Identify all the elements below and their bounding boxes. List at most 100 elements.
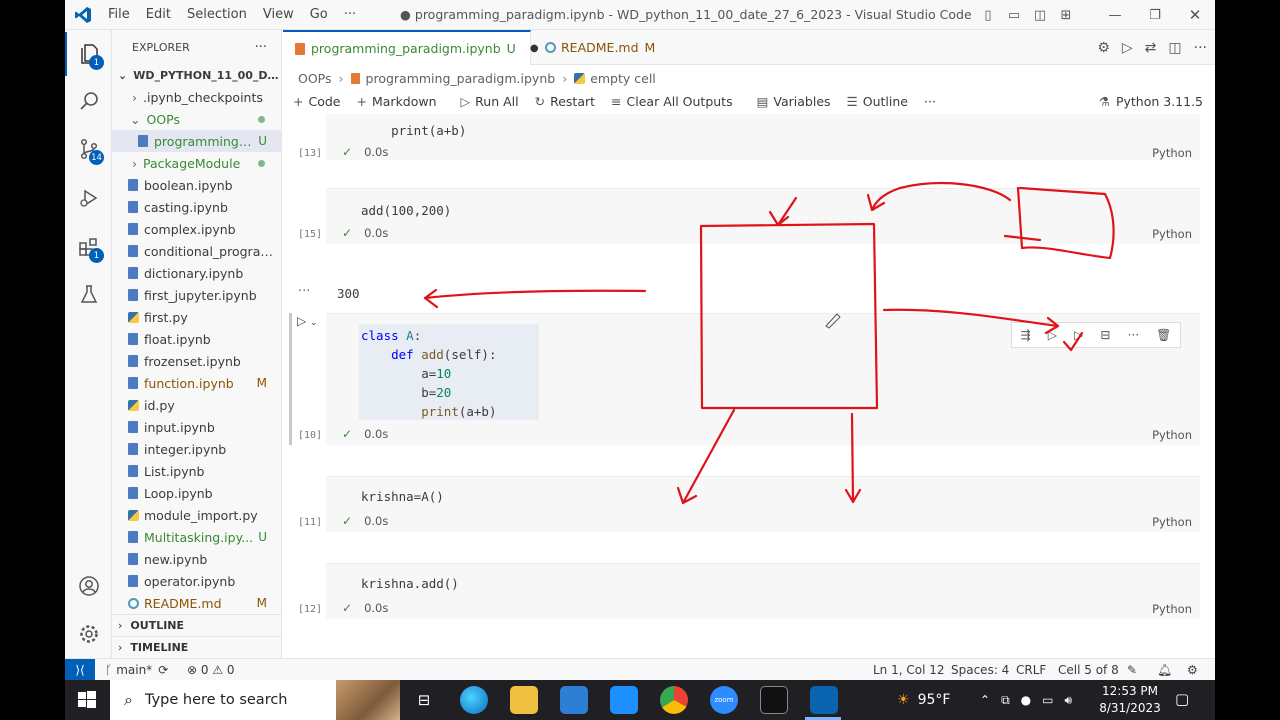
tree-item-conditional-program[interactable]: conditional_program...	[112, 240, 281, 262]
zoom-icon[interactable]: zoom	[710, 686, 738, 714]
tree-item-float[interactable]: float.ipynb	[112, 328, 281, 350]
close-icon[interactable]: ✕	[1175, 0, 1215, 30]
menu-selection[interactable]: Selection	[179, 7, 255, 22]
sync-icon[interactable]: ⟳	[158, 663, 168, 677]
run-debug-icon[interactable]	[65, 176, 112, 220]
tree-item-loop[interactable]: Loop.ipynb	[112, 482, 281, 504]
kernel-picker[interactable]: ⚗ Python 3.11.5	[1099, 89, 1203, 113]
explorer-icon[interactable]: 1	[65, 32, 112, 76]
search-icon[interactable]	[65, 79, 112, 123]
tree-item-casting[interactable]: casting.ipynb	[112, 196, 281, 218]
task-view-icon[interactable]: ⊟	[410, 686, 438, 714]
split-cell-icon[interactable]: ⊟	[1100, 328, 1110, 342]
menu-go[interactable]: Go	[302, 7, 336, 22]
delete-cell-icon[interactable]: 🗑	[1156, 328, 1171, 342]
clock[interactable]: 12:53 PM 8/31/2023	[1095, 683, 1165, 717]
tree-item-oops-folder[interactable]: ⌄ OOPs	[112, 108, 281, 130]
more-actions-icon[interactable]: ···	[1194, 40, 1207, 56]
run-below-icon[interactable]: ▷	[1074, 328, 1083, 342]
testing-icon[interactable]	[65, 273, 112, 317]
tree-item-dictionary[interactable]: dictionary.ipynb	[112, 262, 281, 284]
cursor-position[interactable]: Ln 1, Col 12	[873, 659, 945, 680]
menu-edit[interactable]: Edit	[138, 7, 179, 22]
taskbar-search-box[interactable]: ⌕ Type here to search	[110, 680, 400, 720]
microphone-icon[interactable]: ●	[1021, 693, 1031, 707]
code-cell[interactable]: add(100,200) [15] ✓ 0.0s Python	[298, 188, 1200, 244]
cell-language[interactable]: Python	[1152, 602, 1192, 616]
cell-more-icon[interactable]: ···	[1128, 328, 1139, 342]
cell-code[interactable]: krishna.add()	[361, 576, 459, 591]
restore-icon[interactable]: ❐	[1135, 0, 1175, 30]
notification-center-icon[interactable]: ▢	[1175, 690, 1189, 708]
tree-item-integer[interactable]: integer.ipynb	[112, 438, 281, 460]
toolbar-more-button[interactable]: ···	[924, 94, 936, 109]
tree-item-function[interactable]: function.ipynb M	[112, 372, 281, 394]
notifications-bell-icon[interactable]: 🔔︎	[1157, 659, 1172, 680]
tab-programming-paradigm[interactable]: programming_paradigm.ipynb U ●	[283, 30, 539, 65]
customize-layout-icon[interactable]: ⊞	[1053, 0, 1079, 30]
remote-indicator-icon[interactable]: ⟩⟨	[65, 659, 95, 680]
settings-sync-icon[interactable]: ⚙	[1187, 659, 1198, 680]
mail-icon[interactable]	[610, 686, 638, 714]
split-editor-icon[interactable]: ◫	[1168, 40, 1181, 56]
branch-indicator[interactable]: ᚴ main* ⟳	[105, 659, 168, 680]
restart-button[interactable]: ↻ Restart	[535, 94, 595, 109]
source-control-icon[interactable]: 14	[65, 127, 112, 171]
vscode-taskbar-icon[interactable]	[810, 686, 838, 714]
breadcrumb-item[interactable]: programming_paradigm.ipynb	[366, 71, 556, 86]
settings-gear-icon[interactable]	[65, 612, 112, 656]
network-icon[interactable]: ⧉	[1001, 693, 1010, 708]
battery-icon[interactable]: ▭	[1042, 693, 1053, 707]
cell-indicator[interactable]: Cell 5 of 8	[1058, 659, 1119, 680]
windows-start-icon[interactable]	[77, 690, 97, 710]
tree-item-new[interactable]: new.ipynb	[112, 548, 281, 570]
code-cell[interactable]: krishna.add() [12] ✓ 0.0s Python	[298, 563, 1200, 619]
chevron-up-icon[interactable]: ⌃	[980, 693, 990, 707]
cell-language[interactable]: Python	[1152, 515, 1192, 529]
extensions-icon[interactable]: 1	[65, 225, 112, 269]
weather-widget[interactable]: ☀ 95°F	[897, 680, 950, 720]
menu-more[interactable]: ···	[336, 7, 364, 22]
tree-item-ipynb-checkpoints[interactable]: › .ipynb_checkpoints	[112, 86, 281, 108]
volume-icon[interactable]: 🔊︎	[1064, 693, 1072, 708]
minimize-icon[interactable]: —	[1095, 0, 1135, 30]
toggle-secondary-sidebar-icon[interactable]: ◫	[1027, 0, 1053, 30]
outline-button[interactable]: ☰ Outline	[847, 94, 908, 109]
file-explorer-icon[interactable]	[510, 686, 538, 714]
chrome-icon[interactable]	[660, 686, 688, 714]
add-code-button[interactable]: + Code	[293, 94, 341, 109]
toggle-sidebar-icon[interactable]: ▯	[975, 0, 1001, 30]
feedback-icon[interactable]: ✎	[1127, 659, 1137, 680]
breadcrumb-item[interactable]: empty cell	[590, 71, 656, 86]
output-more-icon[interactable]: ···	[298, 284, 310, 299]
variables-button[interactable]: ▤ Variables	[757, 94, 831, 109]
cell-code[interactable]: print(a+b)	[361, 123, 466, 138]
tree-item-operator[interactable]: operator.ipynb	[112, 570, 281, 592]
tab-readme[interactable]: README.md M	[533, 30, 667, 65]
add-markdown-button[interactable]: + Markdown	[357, 94, 437, 109]
microsoft-store-icon[interactable]	[560, 686, 588, 714]
terminal-icon[interactable]	[760, 686, 788, 714]
cell-language[interactable]: Python	[1152, 227, 1192, 241]
run-above-icon[interactable]: ▷	[1048, 328, 1057, 342]
menu-view[interactable]: View	[255, 7, 302, 22]
run-icon[interactable]: ▷	[1122, 40, 1133, 56]
edge-browser-icon[interactable]	[460, 686, 488, 714]
timeline-section[interactable]: › TIMELINE	[112, 636, 281, 658]
tree-item-boolean[interactable]: boolean.ipynb	[112, 174, 281, 196]
tree-item-programming-paradigm[interactable]: programming_... U	[112, 130, 281, 152]
code-cell[interactable]: print(a+b) [13] ✓ 0.0s Python	[298, 114, 1200, 160]
cell-language[interactable]: Python	[1152, 146, 1192, 160]
run-all-button[interactable]: ▷ Run All	[461, 94, 519, 109]
toggle-panel-icon[interactable]: ▭	[1001, 0, 1027, 30]
accounts-icon[interactable]	[65, 564, 112, 608]
indentation[interactable]: Spaces: 4	[951, 659, 1009, 680]
breadcrumb-item[interactable]: OOPs	[298, 71, 332, 86]
tree-item-packagemodule[interactable]: › PackageModule	[112, 152, 281, 174]
line-ending[interactable]: CRLF	[1016, 659, 1046, 680]
problems-indicator[interactable]: ⊗ 0 ⚠ 0	[187, 659, 235, 680]
workspace-root[interactable]: ⌄ WD_PYTHON_11_00_DATE...	[112, 64, 281, 86]
tree-item-first-jupyter[interactable]: first_jupyter.ipynb	[112, 284, 281, 306]
cell-language[interactable]: Python	[1152, 428, 1192, 442]
cell-code[interactable]: class A: def add(self): a=10 b=20 print(…	[361, 326, 497, 421]
